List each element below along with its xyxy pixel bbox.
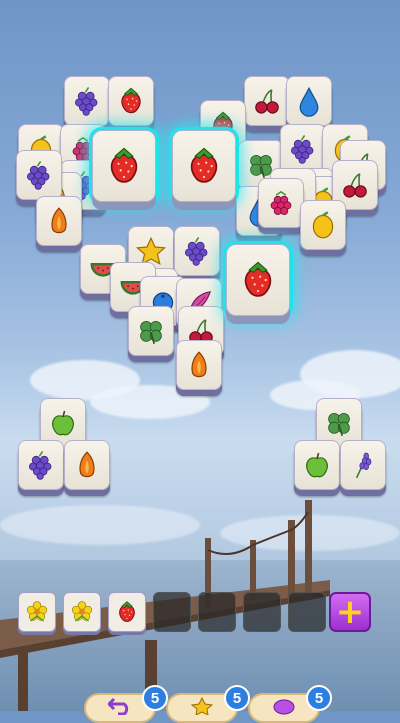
strawberry-icon	[119, 601, 135, 622]
lavender-icon	[355, 452, 372, 479]
tile-face	[64, 440, 110, 490]
board-tile-grapes[interactable]	[174, 226, 222, 282]
empty-slot	[243, 592, 281, 632]
tile-face	[64, 76, 110, 126]
booster-count-badge: 5	[142, 685, 168, 711]
pile-tile-orange[interactable]	[64, 440, 112, 496]
add-slot-button[interactable]: +	[329, 592, 371, 632]
flower-icon	[71, 601, 93, 622]
slot-flower[interactable]	[18, 592, 56, 632]
clover-icon	[328, 413, 350, 437]
tile-face	[300, 200, 346, 250]
pile-tile-lavender[interactable]	[340, 440, 388, 496]
tile-face	[174, 226, 220, 276]
raspberry-icon	[270, 190, 292, 215]
tile-face	[244, 76, 290, 126]
booster-count-badge: 5	[224, 685, 250, 711]
slot-flower[interactable]	[63, 592, 101, 632]
tile-slot-bar	[18, 592, 373, 634]
orange-icon	[79, 451, 95, 478]
board-tile-orange[interactable]	[36, 196, 84, 252]
empty-slot	[198, 592, 236, 632]
selected-tile-strawberry[interactable]	[172, 130, 238, 208]
clover-icon	[140, 321, 162, 345]
grapes-icon	[185, 236, 208, 266]
tile-face	[18, 440, 64, 490]
strawberry-icon	[121, 87, 141, 114]
tile-face	[226, 244, 290, 316]
shuffle-booster-button[interactable]: 5	[248, 685, 332, 723]
board-tile-orange[interactable]	[176, 340, 224, 396]
empty-slot	[153, 592, 191, 632]
magic-wand-icon	[190, 696, 214, 716]
tile-face	[108, 76, 154, 126]
flower-icon	[26, 601, 48, 622]
selected-tile-strawberry[interactable]	[226, 244, 292, 322]
undo-icon	[106, 697, 132, 716]
grapes-icon	[27, 160, 50, 190]
cherries-icon	[255, 89, 279, 114]
tile-face	[36, 196, 82, 246]
tile-face	[16, 150, 62, 200]
undo-booster-button[interactable]: 5	[84, 685, 168, 723]
plus-icon: +	[335, 592, 365, 632]
board-tile-strawberry[interactable]	[108, 76, 156, 132]
board-tile-clover[interactable]	[128, 306, 176, 362]
strawberry-icon	[244, 261, 272, 297]
tile-face	[128, 306, 174, 356]
tile-face	[280, 124, 326, 174]
tile-face	[286, 76, 332, 126]
grapes-icon	[291, 134, 314, 164]
orange-icon	[51, 207, 67, 234]
tile-face	[92, 130, 156, 202]
tile-face	[340, 440, 386, 490]
board-tile-lemon[interactable]	[300, 200, 348, 256]
strawberry-icon	[190, 147, 218, 183]
pile-tile-apple[interactable]	[294, 440, 342, 496]
grapes-icon	[29, 450, 52, 480]
lemon-icon	[312, 211, 334, 239]
strawberry-icon	[110, 147, 138, 183]
apple-icon	[306, 452, 328, 478]
tile-face	[258, 178, 304, 228]
tile-face	[172, 130, 236, 202]
cherries-icon	[343, 173, 367, 198]
shuffle-icon	[272, 697, 296, 715]
grapes-icon	[75, 86, 98, 116]
selected-tile-strawberry[interactable]	[92, 130, 158, 208]
magic-wand-booster-button[interactable]: 5	[166, 685, 250, 723]
board-tile-raspberry[interactable]	[258, 178, 306, 234]
apple-icon	[52, 410, 74, 436]
drop-icon	[299, 86, 319, 117]
empty-slot	[288, 592, 326, 632]
tile-face	[176, 340, 222, 390]
pile-tile-grapes[interactable]	[18, 440, 66, 496]
slot-strawberry[interactable]	[108, 592, 146, 632]
tile-face	[294, 440, 340, 490]
booster-count-badge: 5	[306, 685, 332, 711]
orange-icon	[191, 351, 207, 378]
